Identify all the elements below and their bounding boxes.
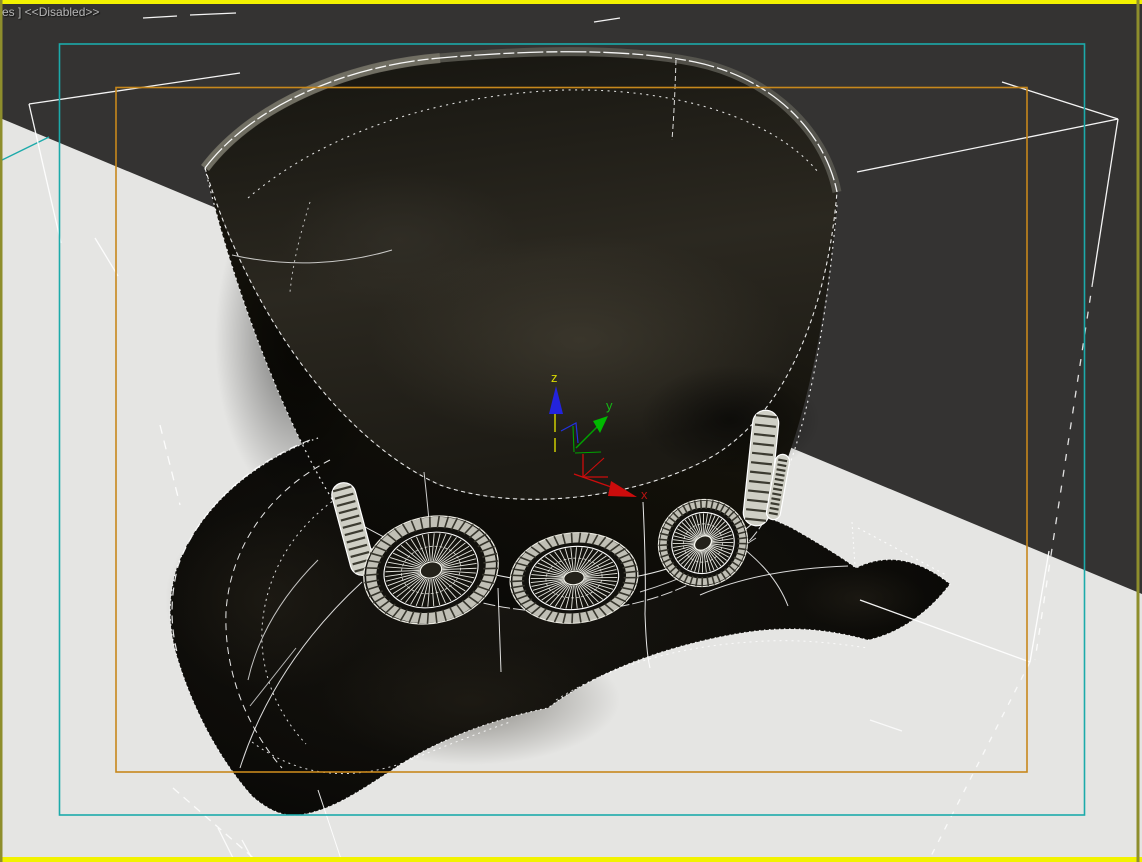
brim-shade-blob: [795, 566, 925, 630]
z-axis-label: z: [551, 370, 558, 385]
opening-shadow-blob: [640, 365, 820, 475]
scene-canvas[interactable]: z y x: [0, 0, 1142, 862]
border-left: [0, 0, 3, 862]
viewport-perspective[interactable]: es ] <<Disabled>>: [0, 0, 1142, 862]
y-axis-label: y: [606, 398, 613, 413]
border-top: [0, 0, 1142, 4]
brim-shade-blob: [320, 635, 620, 765]
border-right: [1137, 0, 1140, 862]
border-bottom: [0, 857, 1142, 862]
x-axis-label: x: [641, 487, 648, 502]
opening-mottle-blob: [280, 170, 520, 310]
viewport-label: es ] <<Disabled>>: [2, 5, 99, 19]
